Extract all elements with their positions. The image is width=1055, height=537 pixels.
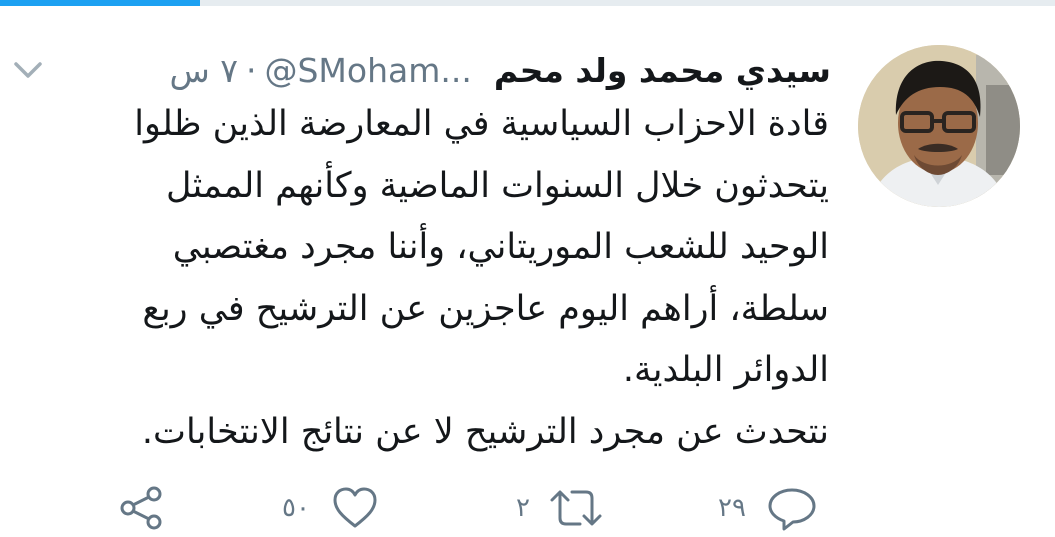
author-handle[interactable]: @SMoham... (264, 51, 471, 90)
like-button[interactable]: ٥٠ (282, 483, 380, 533)
loading-progress-track (0, 0, 1055, 6)
author-display-name[interactable]: سيدي محمد ولد محم (494, 51, 831, 90)
tweet-text-line: نتحدث عن مجرد الترشيح لا عن نتائج الانتخ… (141, 411, 829, 452)
retweet-icon (550, 490, 602, 526)
tweet-text: قادة الاحزاب السياسية في المعارضة الذين … (39, 94, 829, 463)
separator-dot: · (245, 50, 257, 90)
reply-count: ٢٩ (718, 493, 746, 523)
chevron-down-icon[interactable] (12, 58, 44, 82)
tweet-text-line: الوحيد للشعب الموريتاني، وأننا مجرد مغتص… (172, 227, 829, 267)
heart-icon (333, 487, 377, 528)
tweet-screen: سيدي محمد ولد محم @SMoham... · ٧ س قادة … (0, 0, 1055, 537)
share-icon (120, 486, 162, 530)
avatar[interactable] (858, 45, 1020, 207)
share-button[interactable] (118, 483, 166, 533)
tweet-text-line: سلطة، أراهم اليوم عاجزين عن الترشيح في ر… (142, 288, 829, 329)
tweet-actions: ٥٠ ٢ ٢٩ (0, 483, 1055, 533)
tweet-header: سيدي محمد ولد محم @SMoham... · ٧ س (169, 44, 831, 96)
tweet-text-line: يتحدثون خلال السنوات الماضية وكأنهم المم… (166, 165, 829, 206)
retweet-count: ٢ (516, 493, 530, 523)
tweet-timestamp[interactable]: ٧ س (169, 51, 238, 90)
retweet-button[interactable]: ٢ (516, 483, 604, 533)
reply-icon (768, 488, 816, 531)
tweet-text-line: الدوائر البلدية. (622, 350, 829, 390)
loading-progress-fill (0, 0, 201, 6)
user-photo (858, 45, 1020, 207)
like-count: ٥٠ (282, 493, 310, 523)
reply-button[interactable]: ٢٩ (718, 483, 818, 533)
tweet-text-line: قادة الاحزاب السياسية في المعارضة الذين … (134, 104, 829, 144)
